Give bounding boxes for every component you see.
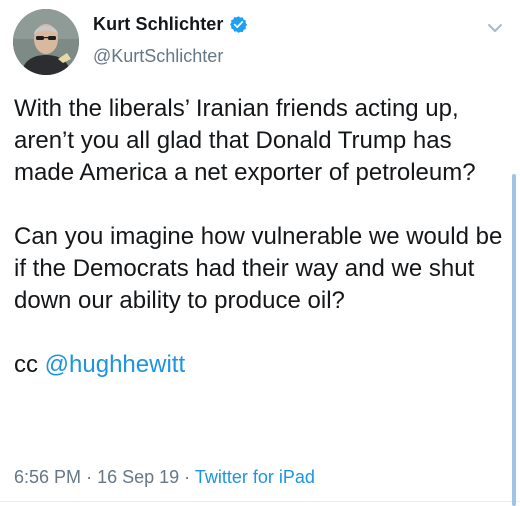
- tweet-paragraph: Can you imagine how vulnerable we would …: [14, 223, 503, 314]
- cc-prefix: cc: [14, 351, 38, 378]
- scrollbar[interactable]: [512, 174, 516, 506]
- tweet-source-link[interactable]: Twitter for iPad: [195, 467, 315, 487]
- cc-line: cc @hughhewitt: [14, 349, 510, 381]
- author-name-row[interactable]: Kurt Schlichter: [93, 14, 248, 35]
- tweet-meta: 6:56 PM · 16 Sep 19 · Twitter for iPad: [14, 467, 315, 488]
- tweet-card: Kurt Schlichter @KurtSchlichter With the…: [0, 0, 520, 506]
- display-name[interactable]: Kurt Schlichter: [93, 14, 224, 35]
- divider: [0, 501, 520, 502]
- mention-link[interactable]: @hughhewitt: [45, 351, 185, 378]
- tweet-time[interactable]: 6:56 PM: [14, 467, 81, 487]
- profile-photo-icon: [13, 9, 79, 75]
- tweet-date[interactable]: 16 Sep 19: [97, 467, 179, 487]
- chevron-down-icon[interactable]: [487, 21, 503, 33]
- meta-separator: ·: [184, 467, 191, 487]
- user-handle[interactable]: @KurtSchlichter: [93, 46, 223, 67]
- meta-separator: ·: [86, 467, 93, 487]
- verified-badge-icon: [229, 15, 248, 34]
- tweet-paragraph: With the liberals’ Iranian friends actin…: [14, 95, 476, 186]
- tweet-text: With the liberals’ Iranian friends actin…: [14, 93, 510, 381]
- avatar[interactable]: [13, 9, 79, 75]
